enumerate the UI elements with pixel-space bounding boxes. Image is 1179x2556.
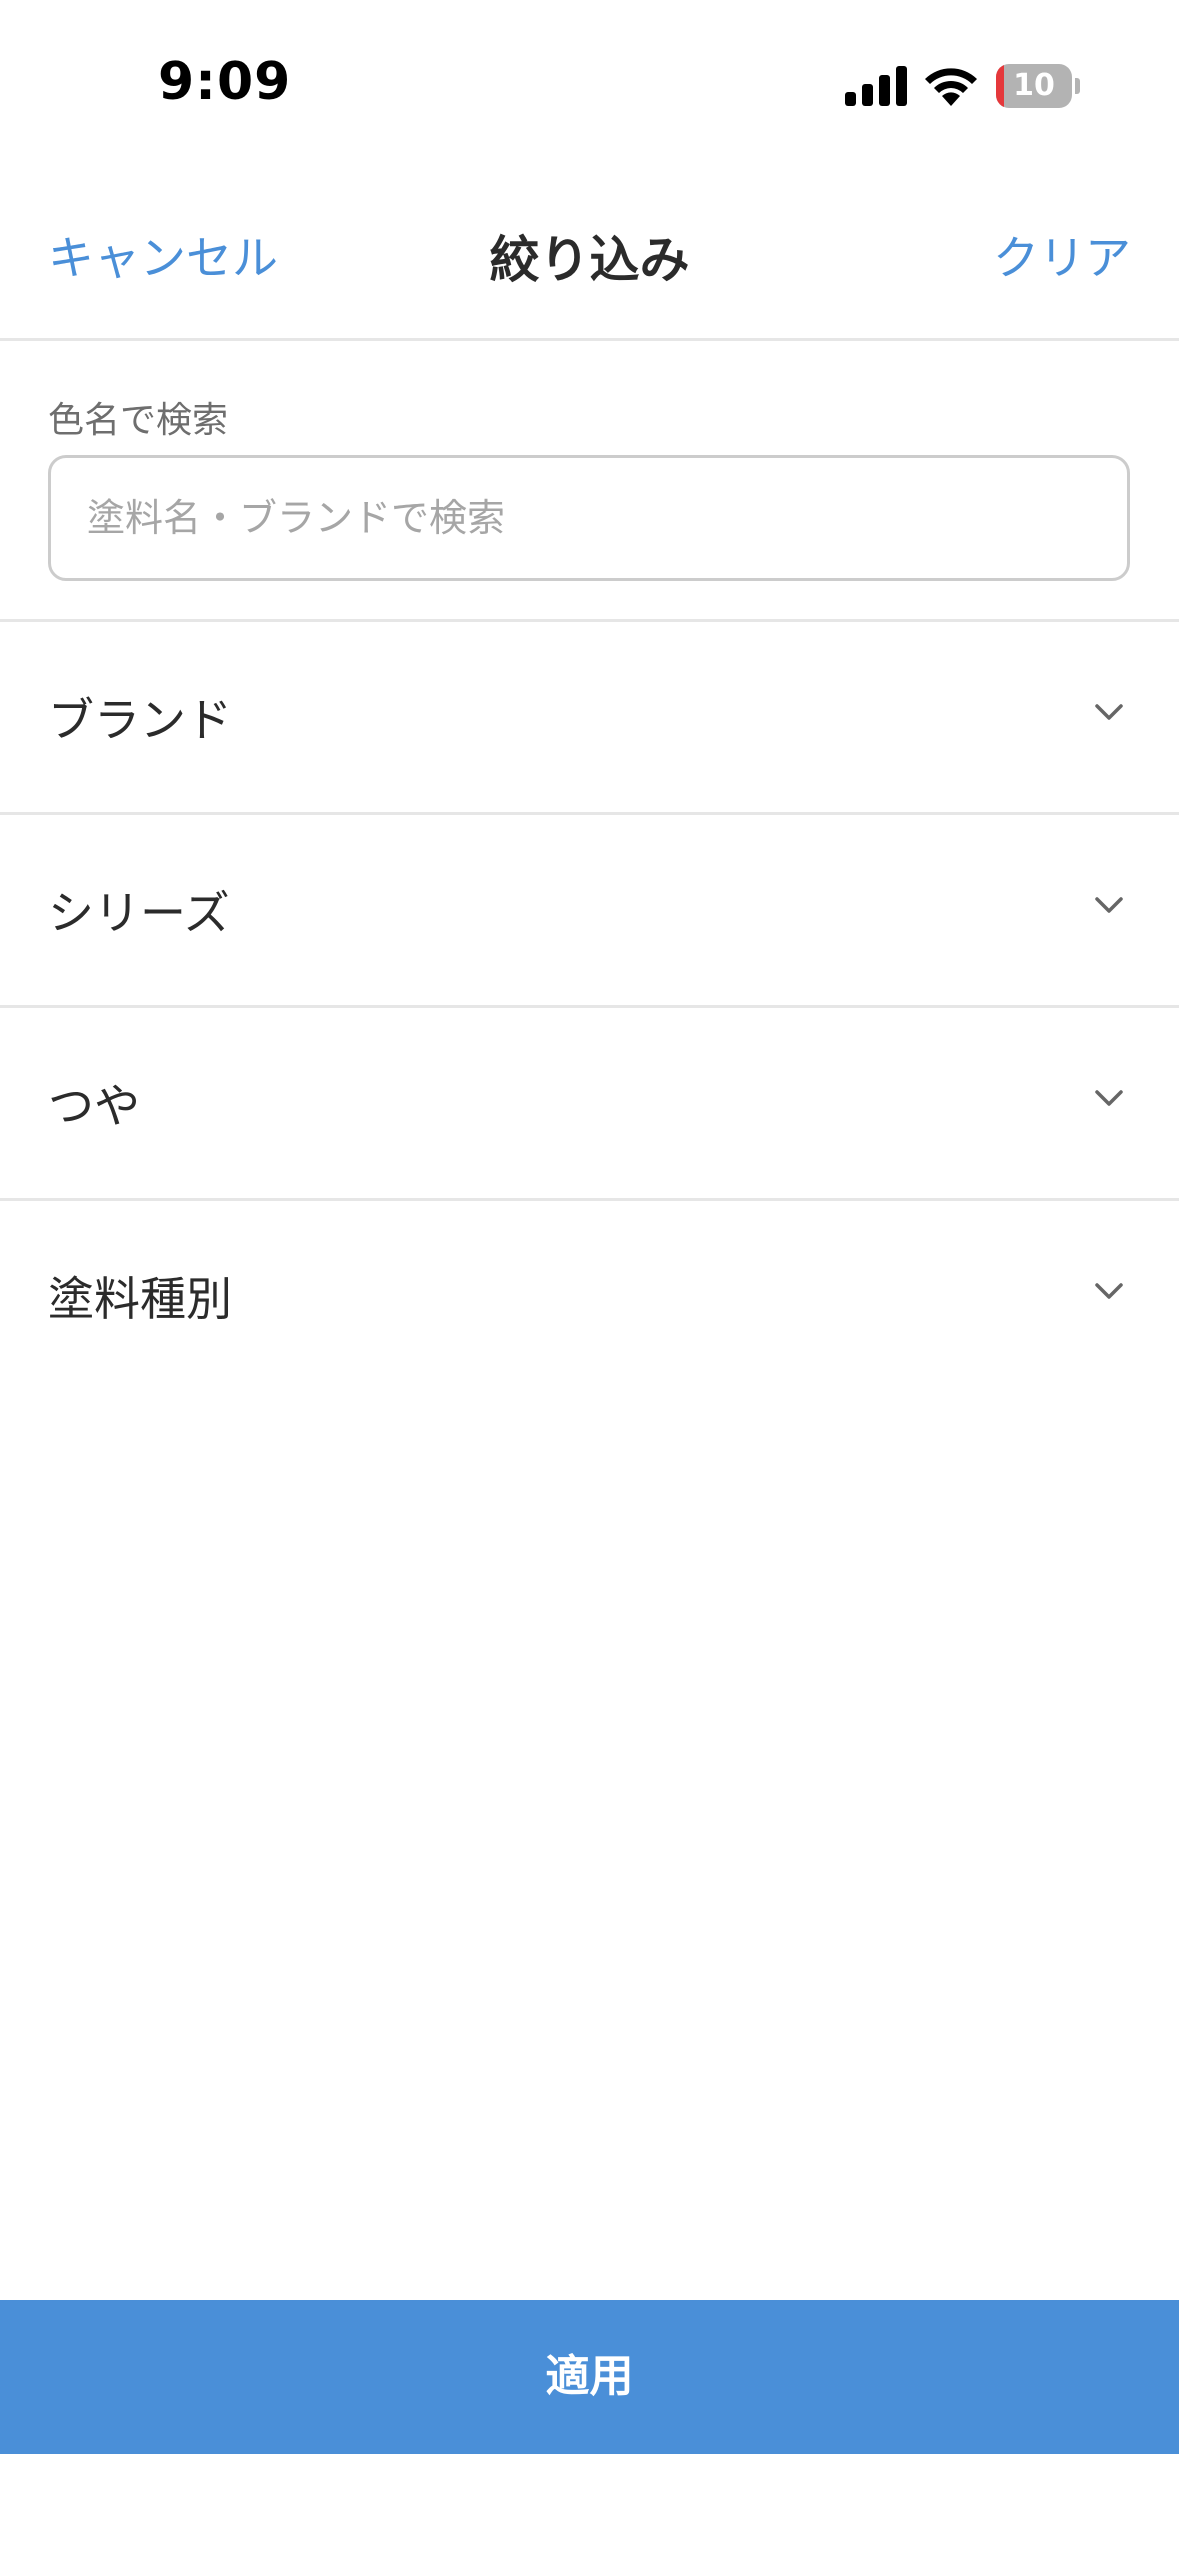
- status-bar: 9:09 10: [0, 0, 1179, 170]
- filter-list: ブランド シリーズ つや 塗料種別: [0, 622, 1179, 1391]
- clear-button[interactable]: クリア: [993, 222, 1131, 288]
- battery-percentage: 10: [1013, 68, 1055, 103]
- filter-row-gloss[interactable]: つや: [0, 1008, 1179, 1201]
- filter-row-paint-type[interactable]: 塗料種別: [0, 1201, 1179, 1391]
- chevron-down-icon: [1095, 1283, 1123, 1299]
- filter-label-series: シリーズ: [48, 886, 230, 940]
- status-time: 9:09: [158, 52, 292, 112]
- wifi-icon: [925, 68, 977, 106]
- search-input[interactable]: [48, 455, 1130, 581]
- battery-body: 10: [996, 64, 1072, 108]
- battery-icon: 10: [996, 64, 1080, 108]
- battery-nub: [1075, 78, 1080, 94]
- filter-label-gloss: つや: [48, 1079, 140, 1133]
- nav-header: キャンセル 絞り込み クリア: [0, 170, 1179, 341]
- filter-row-brand[interactable]: ブランド: [0, 622, 1179, 815]
- filter-screen: 9:09 10 キャンセル 絞り込み クリア 色名で検索 塗料名・ブランドで検索…: [0, 0, 1179, 2556]
- apply-button[interactable]: 適用: [0, 2300, 1179, 2454]
- filter-label-paint-type: 塗料種別: [48, 1272, 232, 1326]
- chevron-down-icon: [1095, 704, 1123, 720]
- filter-row-series[interactable]: シリーズ: [0, 815, 1179, 1008]
- search-label: 色名で検索: [48, 400, 229, 441]
- search-section: 色名で検索: [0, 341, 1179, 622]
- signal-icon: [845, 66, 907, 106]
- filter-label-brand: ブランド: [48, 693, 232, 747]
- cancel-button[interactable]: キャンセル: [48, 222, 278, 288]
- chevron-down-icon: [1095, 1090, 1123, 1106]
- chevron-down-icon: [1095, 897, 1123, 913]
